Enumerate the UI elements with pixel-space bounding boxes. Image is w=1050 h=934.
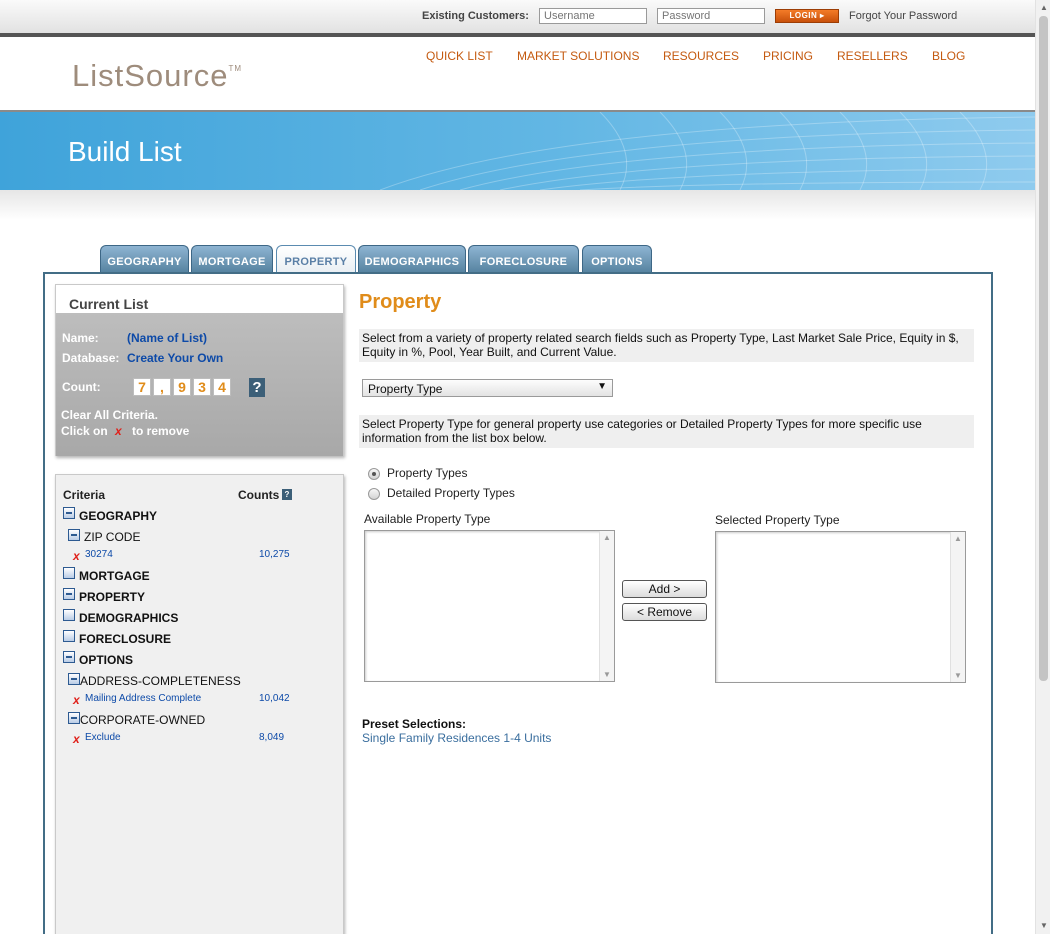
login-bar: Existing Customers: LOGIN ▸ Forgot Your … bbox=[0, 0, 1035, 33]
property-type-description: Select Property Type for general propert… bbox=[359, 415, 974, 448]
scroll-up-icon[interactable]: ▲ bbox=[603, 533, 611, 542]
database-label: Database: bbox=[62, 351, 120, 365]
click-on-label: Click on bbox=[61, 424, 108, 438]
header-divider bbox=[0, 33, 1035, 37]
tab-mortgage[interactable]: MORTGAGE bbox=[191, 245, 273, 273]
tab-options[interactable]: OPTIONS bbox=[582, 245, 652, 273]
tab-demographics[interactable]: DEMOGRAPHICS bbox=[358, 245, 466, 273]
page-title: Build List bbox=[68, 136, 182, 167]
count-digit: 9 bbox=[173, 378, 191, 396]
remove-x-icon[interactable]: x bbox=[73, 732, 80, 746]
count-digit: 7 bbox=[133, 378, 151, 396]
password-input[interactable] bbox=[657, 8, 765, 24]
counts-header: Counts bbox=[238, 488, 280, 502]
radio-property-types[interactable] bbox=[368, 468, 380, 480]
nav-resources[interactable]: RESOURCES bbox=[663, 49, 739, 63]
list-scrollbar[interactable]: ▲ ▼ bbox=[950, 532, 965, 682]
tab-foreclosure[interactable]: FORECLOSURE bbox=[468, 245, 579, 273]
collapse-icon[interactable] bbox=[63, 588, 75, 600]
count-help-icon[interactable]: ? bbox=[249, 378, 265, 397]
criteria-corporate-owned: CORPORATE-OWNED bbox=[80, 713, 206, 727]
scroll-down-icon[interactable]: ▼ bbox=[954, 671, 962, 680]
remove-x-icon[interactable]: x bbox=[73, 549, 80, 563]
name-label: Name: bbox=[62, 331, 99, 345]
page-banner: Build List bbox=[0, 112, 1035, 190]
expand-icon[interactable] bbox=[63, 567, 75, 579]
scroll-up-icon[interactable]: ▲ bbox=[954, 534, 962, 543]
counts-help-icon[interactable]: ? bbox=[282, 489, 292, 500]
scroll-up-icon[interactable]: ▲ bbox=[1040, 3, 1048, 12]
criteria-header: Criteria bbox=[63, 488, 106, 502]
current-list-title: Current List bbox=[56, 285, 343, 313]
list-scrollbar[interactable]: ▲ ▼ bbox=[599, 531, 614, 681]
collapse-icon[interactable] bbox=[68, 712, 80, 724]
logo-trademark: TM bbox=[228, 64, 243, 73]
database-value[interactable]: Create Your Own bbox=[127, 351, 223, 365]
criteria-zip-code: ZIP CODE bbox=[84, 530, 141, 544]
criteria-item-count: 10,042 bbox=[259, 693, 290, 704]
login-button[interactable]: LOGIN ▸ bbox=[775, 9, 839, 23]
count-digit: , bbox=[153, 378, 171, 396]
count-digit: 4 bbox=[213, 378, 231, 396]
username-input[interactable] bbox=[539, 8, 647, 24]
scroll-down-icon[interactable]: ▼ bbox=[1040, 921, 1048, 930]
dropdown-arrow-icon: ▼ bbox=[597, 381, 607, 392]
nav-quick-list[interactable]: QUICK LIST bbox=[426, 49, 493, 63]
logo-text: ListSource bbox=[72, 58, 229, 93]
scroll-down-icon[interactable]: ▼ bbox=[603, 670, 611, 679]
collapse-icon[interactable] bbox=[63, 507, 75, 519]
nav-market-solutions[interactable]: MARKET SOLUTIONS bbox=[517, 49, 639, 63]
remove-x-icon: x bbox=[115, 424, 122, 438]
criteria-item-mailing[interactable]: Mailing Address Complete bbox=[85, 693, 201, 704]
banner-fade bbox=[0, 190, 1035, 220]
preset-single-family-link[interactable]: Single Family Residences 1-4 Units bbox=[362, 731, 551, 745]
property-field-select[interactable]: Property Type ▼ bbox=[362, 379, 613, 397]
nav-resellers[interactable]: RESELLERS bbox=[837, 49, 908, 63]
clear-all-criteria-link[interactable]: Clear All Criteria. bbox=[61, 408, 158, 422]
radio-property-types-label[interactable]: Property Types bbox=[387, 466, 467, 480]
criteria-item-exclude[interactable]: Exclude bbox=[85, 732, 121, 743]
property-field-select-value: Property Type bbox=[368, 382, 443, 396]
tab-property[interactable]: PROPERTY bbox=[276, 245, 356, 274]
preset-selections-label: Preset Selections: bbox=[362, 717, 467, 731]
listsource-logo[interactable]: ListSourceTM bbox=[72, 58, 242, 94]
expand-icon[interactable] bbox=[63, 609, 75, 621]
collapse-icon[interactable] bbox=[63, 651, 75, 663]
selected-property-type-label: Selected Property Type bbox=[715, 513, 840, 527]
section-title: Property bbox=[359, 291, 442, 313]
radio-detailed-property-types-label[interactable]: Detailed Property Types bbox=[387, 486, 515, 500]
radio-detailed-property-types[interactable] bbox=[368, 488, 380, 500]
criteria-address-completeness: ADDRESS-COMPLETENESS bbox=[80, 674, 241, 688]
criteria-geography[interactable]: GEOGRAPHY bbox=[79, 509, 157, 523]
forgot-password-link[interactable]: Forgot Your Password bbox=[849, 10, 957, 22]
criteria-property[interactable]: PROPERTY bbox=[79, 590, 145, 604]
criteria-mortgage[interactable]: MORTGAGE bbox=[79, 569, 150, 583]
criteria-item-count: 8,049 bbox=[259, 732, 285, 743]
selected-property-type-list[interactable]: ▲ ▼ bbox=[715, 531, 966, 683]
remove-x-icon[interactable]: x bbox=[73, 693, 80, 707]
criteria-item-zip[interactable]: 30274 bbox=[85, 549, 113, 560]
existing-customers-label: Existing Customers: bbox=[422, 10, 529, 22]
add-button[interactable]: Add > bbox=[622, 580, 707, 598]
criteria-item-count: 10,275 bbox=[259, 549, 290, 560]
collapse-icon[interactable] bbox=[68, 529, 80, 541]
remove-button[interactable]: < Remove bbox=[622, 603, 707, 621]
tab-geography[interactable]: GEOGRAPHY bbox=[100, 245, 189, 273]
criteria-foreclosure[interactable]: FORECLOSURE bbox=[79, 632, 171, 646]
count-digit: 3 bbox=[193, 378, 211, 396]
nav-pricing[interactable]: PRICING bbox=[763, 49, 813, 63]
scrollbar-thumb[interactable] bbox=[1039, 16, 1048, 681]
available-property-type-label: Available Property Type bbox=[364, 512, 491, 526]
collapse-icon[interactable] bbox=[68, 673, 80, 685]
page-scrollbar[interactable]: ▲ ▼ bbox=[1035, 0, 1050, 934]
count-label: Count: bbox=[62, 380, 101, 394]
criteria-options[interactable]: OPTIONS bbox=[79, 653, 133, 667]
criteria-demographics[interactable]: DEMOGRAPHICS bbox=[79, 611, 178, 625]
list-name-value[interactable]: (Name of List) bbox=[127, 331, 207, 345]
nav-blog[interactable]: BLOG bbox=[932, 49, 965, 63]
property-description: Select from a variety of property relate… bbox=[359, 329, 974, 362]
available-property-type-list[interactable]: ▲ ▼ bbox=[364, 530, 615, 682]
expand-icon[interactable] bbox=[63, 630, 75, 642]
to-remove-label: to remove bbox=[132, 424, 190, 438]
